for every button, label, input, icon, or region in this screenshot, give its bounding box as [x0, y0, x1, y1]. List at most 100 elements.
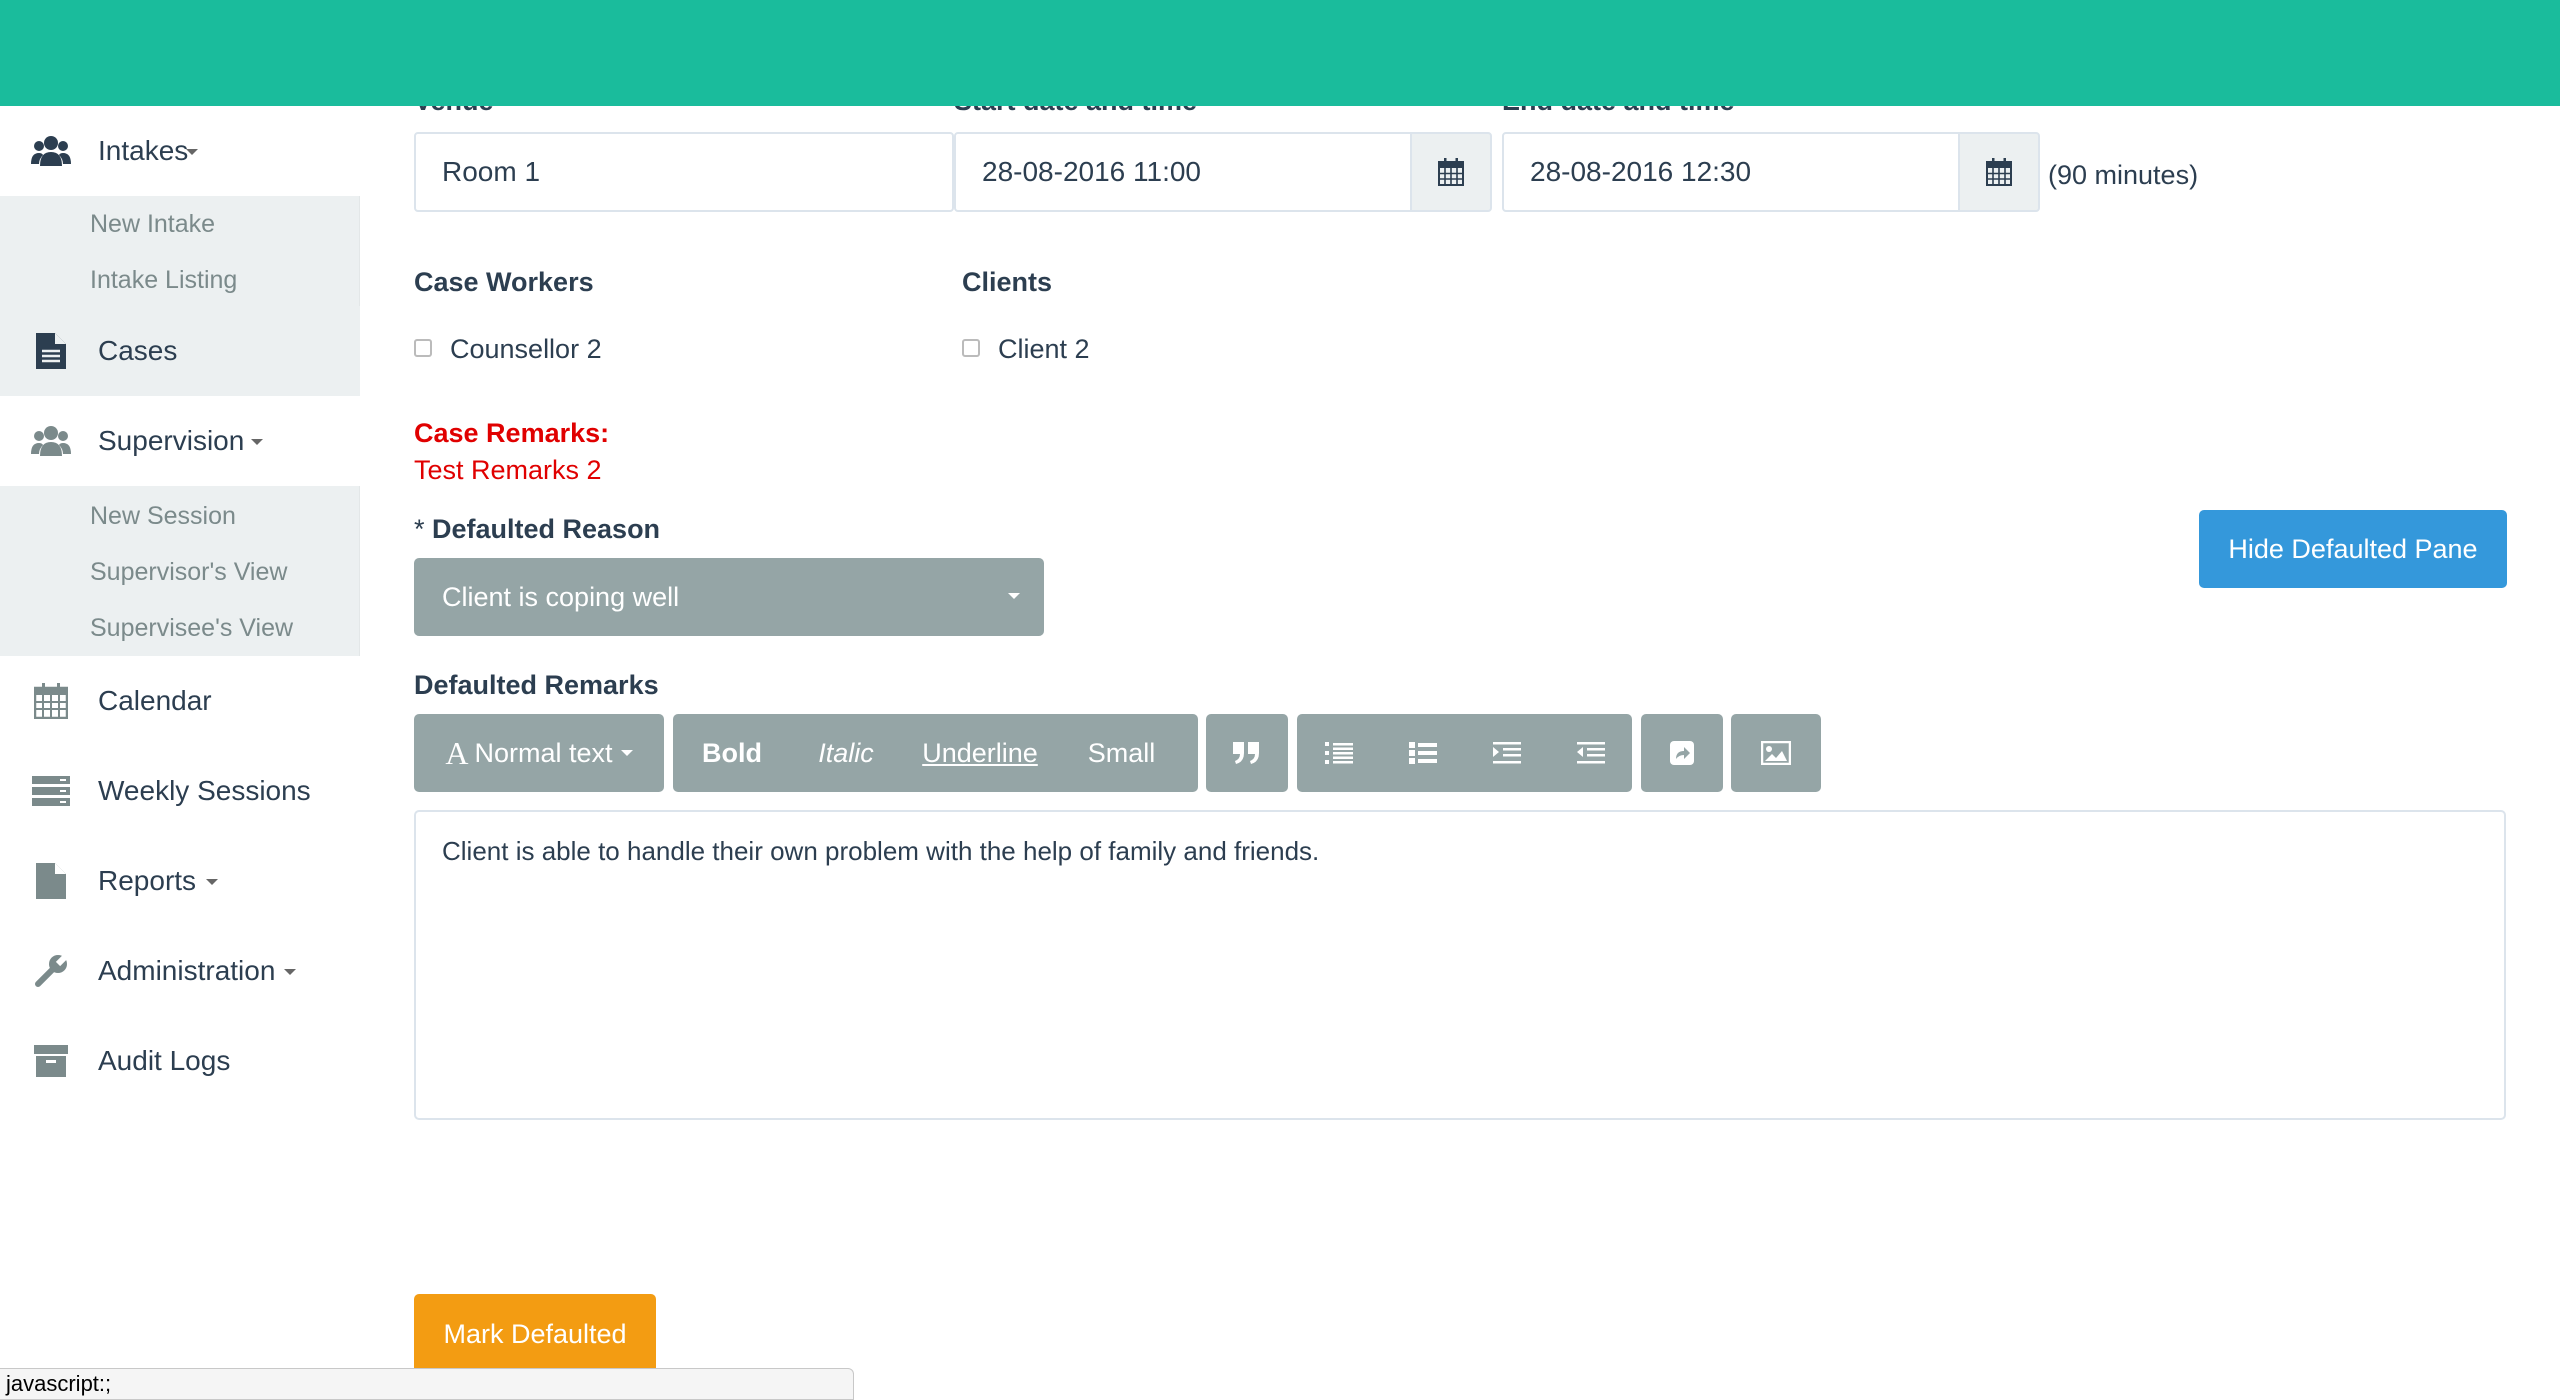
small-button[interactable]: Small	[1059, 714, 1184, 792]
unordered-list-button[interactable]	[1297, 714, 1381, 792]
sidebar-item-label: Weekly Sessions	[98, 775, 311, 806]
client-2-checkbox[interactable]	[962, 339, 980, 357]
end-datetime-input[interactable]: 28-08-2016 12:30	[1502, 132, 1960, 212]
toolbar-list-group	[1297, 714, 1632, 792]
sidebar-item-intakes[interactable]: Intakes	[0, 106, 360, 196]
sidebar-item-weekly-sessions[interactable]: Weekly Sessions	[0, 746, 360, 836]
case-remarks-label: Case Remarks:	[414, 418, 610, 448]
share-icon	[1670, 741, 1694, 765]
blockquote-button[interactable]	[1206, 714, 1288, 792]
hide-defaulted-pane-button[interactable]: Hide Defaulted Pane	[2199, 510, 2507, 588]
user-name: Random Guy	[2304, 30, 2469, 61]
outdent-button[interactable]	[1549, 714, 1632, 792]
duration-text: (90 minutes)	[2048, 160, 2199, 190]
chevron-down-icon	[186, 149, 198, 155]
client-2-label: Client 2	[998, 334, 1090, 364]
italic-button[interactable]: Italic	[791, 714, 901, 792]
outdent-icon	[1576, 742, 1605, 764]
end-calendar-button[interactable]	[1958, 132, 2040, 212]
venue-input[interactable]: Room 1	[414, 132, 954, 212]
toolbar-link-group	[1641, 714, 1723, 792]
font-icon: A	[445, 734, 469, 771]
picture-icon	[1761, 741, 1791, 765]
chevron-down-icon	[2524, 43, 2537, 49]
help-label: Help	[2168, 30, 2226, 61]
counsellor-2-label: Counsellor 2	[450, 334, 602, 364]
users-icon	[30, 420, 72, 462]
chevron-down-icon	[1008, 593, 1020, 599]
defaulted-reason-value: Client is coping well	[442, 581, 680, 612]
toolbar-quote-group	[1206, 714, 1288, 792]
book-icon	[2122, 31, 2156, 61]
brand-title[interactable]: Care Corner Counselling Centre	[27, 30, 518, 70]
browser-status-bar: javascript:;	[0, 1368, 854, 1400]
indent-icon	[1493, 742, 1521, 764]
calendar-icon	[1986, 158, 2012, 186]
sidebar-item-supervision[interactable]: Supervision	[0, 396, 360, 486]
sidebar-subitem-new-session[interactable]: New Session	[90, 502, 236, 531]
sidebar-subitem-intake-listing[interactable]: Intake Listing	[90, 266, 237, 295]
underline-button[interactable]: Underline	[901, 714, 1059, 792]
top-navbar: Care Corner Counselling Centre Help Rand…	[0, 0, 2560, 106]
chevron-down-icon	[206, 879, 218, 885]
quote-icon	[1233, 742, 1261, 764]
sidebar-subitem-new-intake[interactable]: New Intake	[90, 210, 215, 239]
venue-label: Venue	[414, 86, 494, 116]
sidebar-subitem-supervisors-view[interactable]: Supervisor's View	[90, 558, 287, 587]
file-icon	[30, 860, 72, 902]
bold-button[interactable]: Bold	[673, 714, 791, 792]
clients-label: Clients	[962, 267, 1053, 297]
case-workers-label: Case Workers	[414, 267, 594, 297]
help-menu[interactable]: Help	[2122, 30, 2250, 62]
chevron-down-icon	[284, 969, 296, 975]
insert-image-button[interactable]	[1731, 714, 1821, 792]
insert-link-button[interactable]	[1641, 714, 1723, 792]
list-ul-icon	[1325, 742, 1353, 764]
end-datetime-label: End date and time	[1502, 86, 1735, 116]
defaulted-remarks-editor[interactable]: Client is able to handle their own probl…	[414, 810, 2506, 1120]
wrench-icon	[30, 950, 72, 992]
list-ol-icon	[1409, 742, 1437, 764]
defaulted-reason-label: Defaulted Reason	[432, 514, 661, 544]
sidebar-subitem-supervisees-view[interactable]: Supervisee's View	[90, 614, 293, 643]
sidebar-item-label: Administration	[98, 955, 276, 986]
sidebar-item-cases[interactable]: Cases	[0, 306, 360, 396]
chevron-down-icon	[2237, 43, 2250, 49]
defaulted-remarks-label: Defaulted Remarks	[414, 670, 659, 700]
sidebar-item-calendar[interactable]: Calendar	[0, 656, 360, 746]
sidebar-item-reports[interactable]: Reports	[0, 836, 360, 926]
calendar-icon	[30, 680, 72, 722]
sidebar-item-administration[interactable]: Administration	[0, 926, 360, 1016]
chevron-down-icon	[251, 439, 263, 445]
start-datetime-input[interactable]: 28-08-2016 11:00	[954, 132, 1412, 212]
toolbar-font-style-group: A Normal text	[414, 714, 664, 792]
case-remarks-value: Test Remarks 2	[414, 455, 602, 485]
normal-text-dropdown[interactable]: A Normal text	[414, 714, 664, 792]
users-icon	[30, 130, 72, 172]
sidebar-item-label: Cases	[98, 335, 178, 366]
required-marker: *	[414, 514, 425, 544]
sidebar-item-audit-logs[interactable]: Audit Logs	[0, 1016, 360, 1106]
server-icon	[30, 770, 72, 812]
defaulted-reason-select[interactable]: Client is coping well	[414, 558, 1044, 636]
counsellor-2-checkbox[interactable]	[414, 339, 432, 357]
editor-text: Client is able to handle their own probl…	[442, 836, 1320, 866]
user-menu[interactable]: Random Guy 1	[2304, 30, 2537, 62]
ordered-list-button[interactable]	[1381, 714, 1465, 792]
sidebar-item-label: Audit Logs	[98, 1045, 231, 1076]
start-calendar-button[interactable]	[1410, 132, 1492, 212]
mark-defaulted-button[interactable]: Mark Defaulted	[414, 1294, 656, 1374]
sidebar-item-label: Reports	[98, 865, 197, 896]
normal-text-label: Normal text	[474, 737, 613, 768]
toolbar-image-group	[1731, 714, 1821, 792]
sidebar: Intakes New Intake Intake Listing Cases …	[0, 106, 360, 1400]
chevron-down-icon	[620, 750, 633, 756]
notification-badge: 1	[2478, 30, 2513, 62]
calendar-icon	[1438, 158, 1464, 186]
start-datetime-label: Start date and time	[954, 86, 1198, 116]
file-text-icon	[30, 330, 72, 372]
archive-icon	[30, 1040, 72, 1082]
sidebar-item-label: Intakes	[98, 135, 189, 166]
sidebar-item-label: Calendar	[98, 685, 212, 716]
indent-button[interactable]	[1465, 714, 1549, 792]
